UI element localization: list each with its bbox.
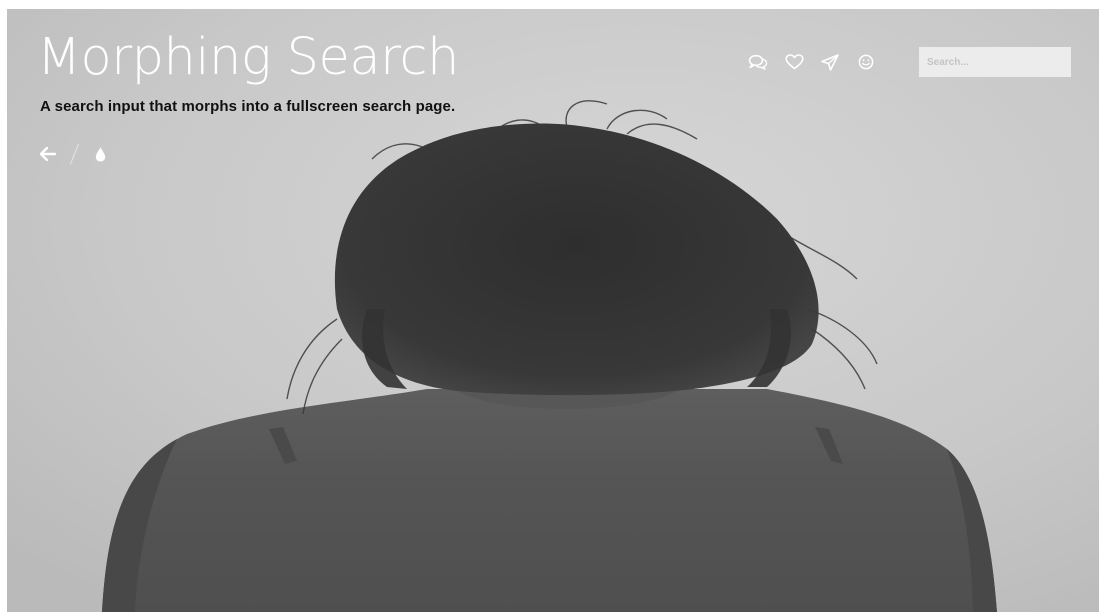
demo-navigation xyxy=(40,141,106,167)
page-subtitle: A search input that morphs into a fullsc… xyxy=(40,98,456,115)
drop-icon[interactable] xyxy=(95,147,106,162)
arrow-left-icon[interactable] xyxy=(40,147,56,161)
page-title: Morphing Search xyxy=(37,28,459,87)
search-input[interactable] xyxy=(919,47,1071,77)
page-frame: Morphing Search A search input that morp… xyxy=(7,9,1099,612)
top-icon-bar xyxy=(747,51,891,73)
smiley-icon[interactable] xyxy=(855,51,877,73)
paper-plane-icon[interactable] xyxy=(819,51,841,73)
heart-icon[interactable] xyxy=(783,51,805,73)
comments-icon[interactable] xyxy=(747,51,769,73)
nav-divider xyxy=(69,143,80,165)
